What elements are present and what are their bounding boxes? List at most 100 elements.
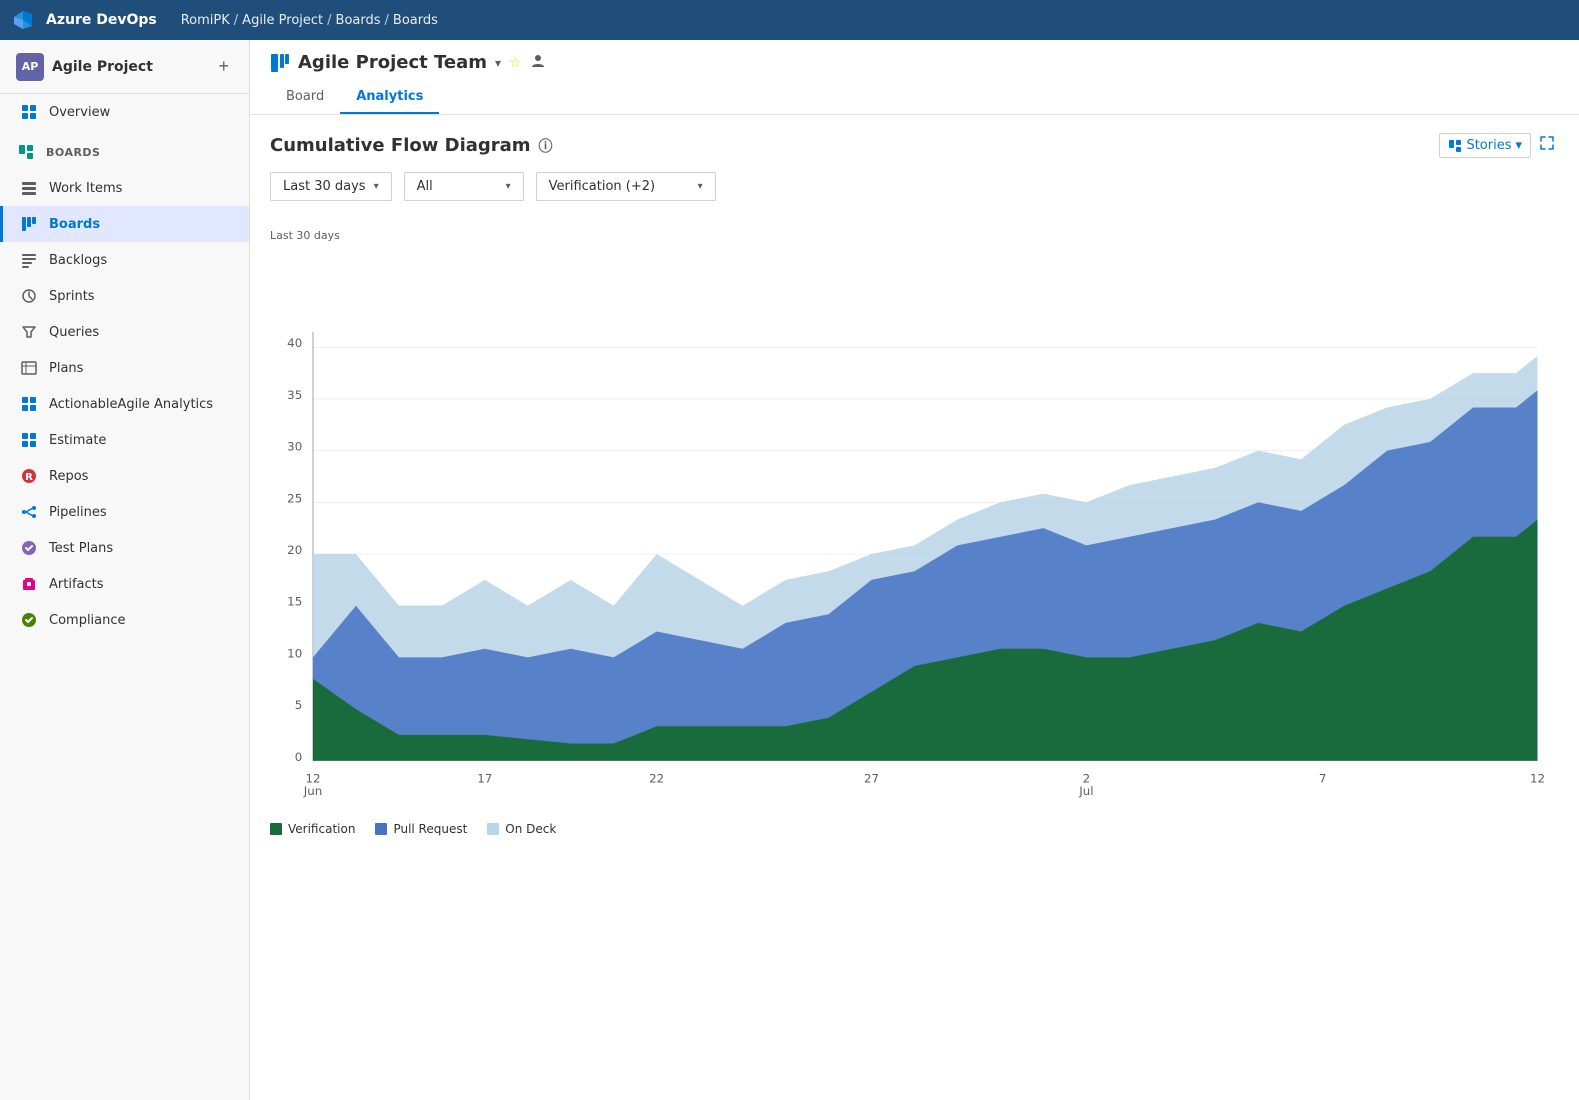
- breadcrumb: RomiPK / Agile Project / Boards / Boards: [181, 13, 438, 28]
- actionable-icon: [19, 394, 39, 414]
- verification-filter[interactable]: Verification (+2) ▾: [536, 172, 716, 201]
- analytics-content: Stories ▾ Cumulative Flow Diagram ⓘ Last…: [250, 115, 1579, 1100]
- stories-label: Stories: [1466, 138, 1511, 153]
- svg-text:20: 20: [287, 543, 302, 557]
- svg-text:5: 5: [295, 698, 303, 712]
- all-filter[interactable]: All ▾: [404, 172, 524, 201]
- date-range-chevron-icon: ▾: [374, 181, 379, 192]
- sidebar-item-work-items[interactable]: Work Items: [0, 170, 249, 206]
- sidebar-item-repos[interactable]: R Repos: [0, 458, 249, 494]
- section-title: Cumulative Flow Diagram ⓘ: [270, 135, 1559, 156]
- verification-filter-label: Verification (+2): [549, 179, 655, 194]
- tabs: Board Analytics: [270, 81, 1559, 114]
- stories-chevron-icon: ▾: [1515, 138, 1522, 153]
- backlogs-icon: [19, 250, 39, 270]
- sidebar-item-pipelines[interactable]: Pipelines: [0, 494, 249, 530]
- svg-text:27: 27: [864, 771, 879, 785]
- sidebar-section-boards: Boards: [0, 130, 249, 170]
- sidebar-item-test-plans[interactable]: Test Plans: [0, 530, 249, 566]
- sidebar-item-sprints[interactable]: Sprints: [0, 278, 249, 314]
- sidebar-item-estimate[interactable]: Estimate: [0, 422, 249, 458]
- estimate-icon: [19, 430, 39, 450]
- sidebar-header: AP Agile Project +: [0, 40, 249, 94]
- svg-text:35: 35: [287, 388, 302, 402]
- sidebar-item-label: ActionableAgile Analytics: [49, 397, 213, 412]
- sidebar-item-compliance[interactable]: Compliance: [0, 602, 249, 638]
- stories-icon: [1448, 139, 1462, 153]
- svg-text:Jun: Jun: [303, 784, 322, 798]
- sidebar-item-backlogs[interactable]: Backlogs: [0, 242, 249, 278]
- filters: Last 30 days ▾ All ▾ Verification (+2) ▾: [270, 172, 1559, 201]
- legend-label-pull-request: Pull Request: [393, 822, 467, 836]
- sidebar-item-artifacts[interactable]: Artifacts: [0, 566, 249, 602]
- svg-text:12: 12: [305, 771, 320, 785]
- topbar-title: Azure DevOps: [46, 12, 157, 28]
- sidebar-item-label: Work Items: [49, 181, 122, 196]
- legend-pull-request: Pull Request: [375, 822, 467, 836]
- chart-legend: Verification Pull Request On Deck: [270, 822, 1559, 836]
- date-range-filter[interactable]: Last 30 days ▾: [270, 172, 392, 201]
- pipelines-icon: [19, 502, 39, 522]
- sidebar-item-boards[interactable]: Boards: [0, 206, 249, 242]
- sidebar: AP Agile Project + Overview Boards: [0, 40, 250, 1100]
- breadcrumb-boards2[interactable]: Boards: [393, 13, 438, 28]
- svg-text:2: 2: [1083, 771, 1091, 785]
- sidebar-item-label: Artifacts: [49, 577, 104, 592]
- chart-date-label: Last 30 days: [270, 229, 1559, 242]
- team-title-row: Agile Project Team ▾ ☆: [270, 52, 1559, 73]
- svg-text:0: 0: [295, 750, 303, 764]
- sidebar-item-label: Backlogs: [49, 253, 107, 268]
- work-items-icon: [19, 178, 39, 198]
- sidebar-item-plans[interactable]: Plans: [0, 350, 249, 386]
- chart-wrapper: 0 5 10 15 20 25 30 35 40: [270, 246, 1559, 810]
- team-star-icon[interactable]: ☆: [509, 55, 522, 71]
- avatar: AP: [16, 53, 44, 81]
- tab-analytics[interactable]: Analytics: [340, 81, 439, 114]
- sidebar-item-overview[interactable]: Overview: [0, 94, 249, 130]
- sidebar-item-label: Sprints: [49, 289, 95, 304]
- svg-text:R: R: [25, 472, 33, 483]
- main-content: Agile Project Team ▾ ☆ Board Analytics: [250, 40, 1579, 1100]
- legend-on-deck: On Deck: [487, 822, 556, 836]
- add-button[interactable]: +: [214, 52, 233, 81]
- team-board-icon: [270, 53, 290, 73]
- tab-board[interactable]: Board: [270, 81, 340, 114]
- chart-container: Last 30 days 0 5 10 15 20 25 30 35 40: [270, 221, 1559, 844]
- svg-text:10: 10: [287, 646, 302, 660]
- sidebar-item-actionable[interactable]: ActionableAgile Analytics: [0, 386, 249, 422]
- topbar: Azure DevOps RomiPK / Agile Project / Bo…: [0, 0, 1579, 40]
- cumulative-flow-chart: 0 5 10 15 20 25 30 35 40: [270, 246, 1559, 806]
- repos-icon: R: [19, 466, 39, 486]
- sidebar-item-label: Boards: [49, 217, 100, 232]
- sidebar-item-queries[interactable]: Queries: [0, 314, 249, 350]
- boards-section-icon: [16, 142, 36, 162]
- breadcrumb-agile-project[interactable]: Agile Project: [242, 13, 323, 28]
- svg-text:7: 7: [1319, 771, 1327, 785]
- svg-text:30: 30: [287, 440, 302, 454]
- legend-verification: Verification: [270, 822, 355, 836]
- verification-chevron-icon: ▾: [698, 181, 703, 192]
- sidebar-item-label: Overview: [49, 105, 110, 120]
- overview-icon: [19, 102, 39, 122]
- plans-icon: [19, 358, 39, 378]
- all-filter-chevron-icon: ▾: [506, 181, 511, 192]
- svg-text:15: 15: [287, 595, 302, 609]
- svg-text:17: 17: [477, 771, 492, 785]
- info-icon[interactable]: ⓘ: [539, 136, 553, 156]
- svg-text:12: 12: [1530, 771, 1545, 785]
- breadcrumb-romipk[interactable]: RomiPK: [181, 13, 230, 28]
- content-toolbar: Stories ▾: [1439, 131, 1559, 160]
- date-range-label: Last 30 days: [283, 179, 366, 194]
- legend-label-on-deck: On Deck: [505, 822, 556, 836]
- project-name: Agile Project: [52, 59, 153, 75]
- boards-icon: [19, 214, 39, 234]
- breadcrumb-boards[interactable]: Boards: [336, 13, 381, 28]
- team-chevron-icon[interactable]: ▾: [495, 56, 501, 70]
- chart-title: Cumulative Flow Diagram: [270, 135, 531, 156]
- expand-button[interactable]: [1535, 131, 1559, 160]
- sidebar-item-label: Repos: [49, 469, 88, 484]
- sidebar-boards-section-label: Boards: [46, 146, 100, 159]
- stories-dropdown[interactable]: Stories ▾: [1439, 133, 1531, 158]
- team-person-icon[interactable]: [530, 53, 546, 73]
- all-filter-label: All: [417, 179, 433, 194]
